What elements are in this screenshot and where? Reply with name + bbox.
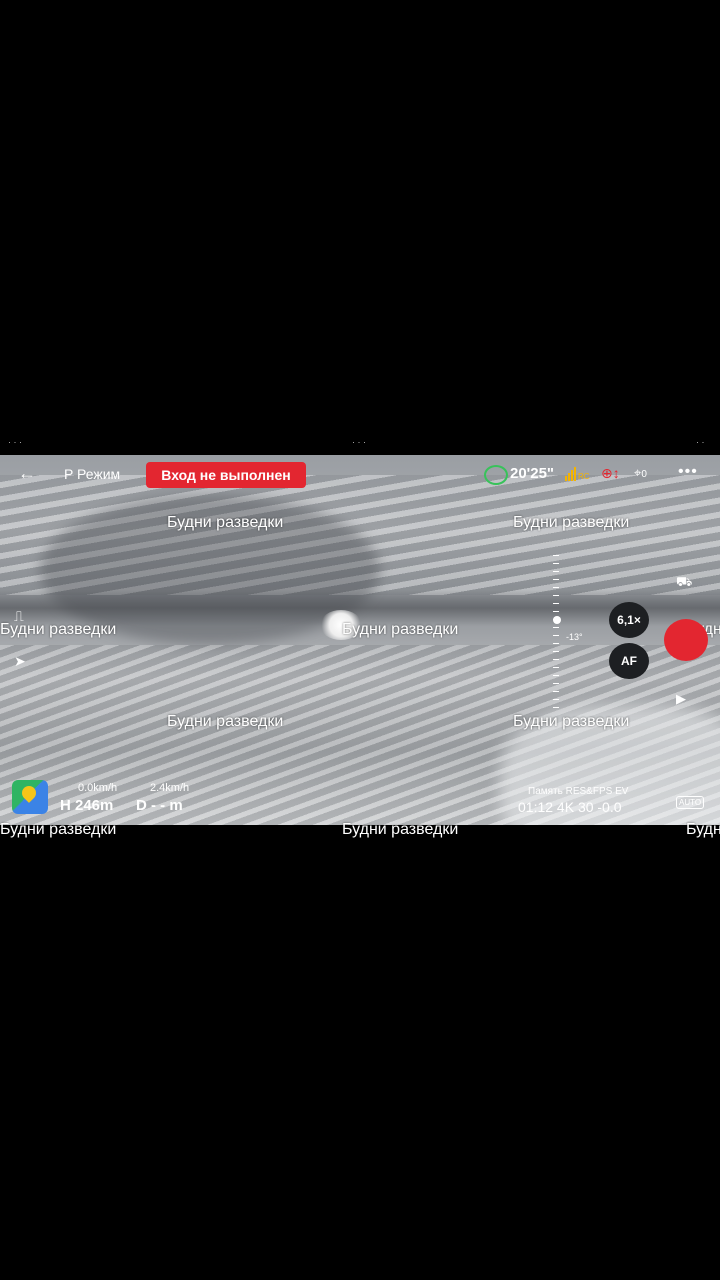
back-arrow-icon[interactable]: ← bbox=[18, 463, 36, 484]
location-arrow-icon[interactable]: ➤ bbox=[14, 653, 26, 670]
more-icon[interactable]: ••• bbox=[678, 463, 698, 481]
watermark: Будни разведки bbox=[167, 713, 284, 730]
signal-label: RC bbox=[578, 472, 590, 481]
satellite-count: 0 bbox=[641, 469, 647, 480]
watermark: Будни разведки bbox=[167, 514, 284, 531]
gimbal-angle: -13° bbox=[566, 632, 583, 642]
signal-bars-icon: RC bbox=[565, 467, 590, 481]
camera-settings-icon[interactable]: ⛟ bbox=[676, 574, 692, 592]
watermark: Будни разведки bbox=[342, 621, 459, 638]
login-status-button[interactable]: Вход не выполнен bbox=[146, 462, 306, 488]
recording-labels: Память RES&FPS EV bbox=[528, 786, 629, 797]
vertical-speed: 2.4km/h bbox=[150, 782, 190, 794]
watermark: Будни разведки bbox=[513, 713, 630, 730]
dots-decoration: · · bbox=[696, 437, 705, 447]
video-feed bbox=[0, 455, 720, 825]
autofocus-button[interactable]: AF bbox=[609, 643, 649, 679]
auto-mode-icon[interactable]: AUTO bbox=[676, 796, 705, 809]
watermark: Будни разведки bbox=[0, 821, 117, 838]
dots-decoration: · · · bbox=[352, 437, 366, 447]
satellite-icon: ⌖0 bbox=[634, 465, 647, 480]
record-button[interactable] bbox=[664, 619, 708, 661]
zoom-button[interactable]: 6,1× bbox=[609, 602, 649, 638]
horizontal-speed: 0.0km/h bbox=[78, 782, 118, 794]
dots-decoration: · · · bbox=[8, 437, 22, 447]
flight-mode-label[interactable]: P Режим bbox=[64, 466, 120, 482]
flight-time: 20'25" bbox=[510, 465, 555, 482]
watermark: Будни разведки bbox=[513, 514, 630, 531]
watermark: Будни разведки bbox=[342, 821, 459, 838]
recording-values: 01:12 4K 30 -0.0 bbox=[518, 799, 622, 815]
distance-readout: D - - m bbox=[136, 797, 183, 814]
playback-icon[interactable]: ▶ bbox=[676, 691, 686, 707]
gps-icon: ⊕↕ bbox=[601, 465, 620, 481]
height-readout: H 246m bbox=[60, 797, 114, 814]
battery-ring-icon bbox=[484, 465, 508, 485]
route-icon[interactable]: ⎍ bbox=[14, 608, 24, 625]
watermark: Будни разведки bbox=[686, 821, 720, 838]
gimbal-scale bbox=[553, 555, 559, 715]
gimbal-indicator bbox=[553, 616, 561, 624]
